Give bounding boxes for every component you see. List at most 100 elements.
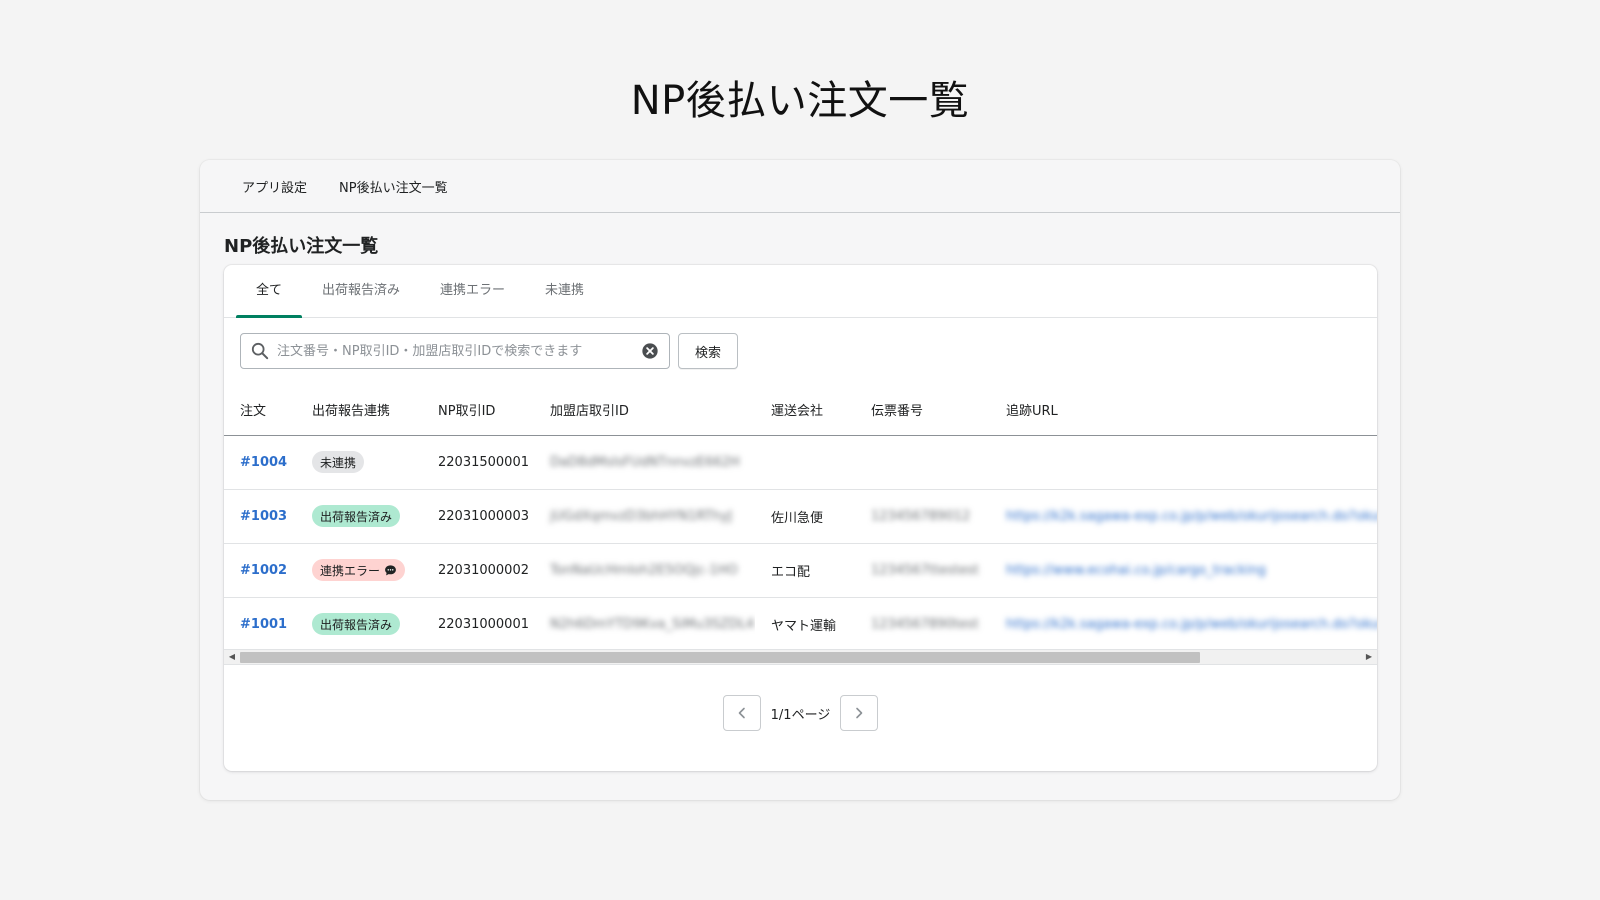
tracking-url-link-cell: https://k2k.sagawa-exp.co.jp/p/web/okuri…: [990, 489, 1377, 544]
table-row[interactable]: #1001 出荷報告済み 22031000001 N2h6DmYTD9Kva_SiMu…: [224, 597, 1377, 651]
merchant-transaction-id-cell: DaD8dMsIsFUdNTnnvzE662H: [534, 435, 755, 490]
np-transaction-id: 22031500001: [438, 454, 529, 470]
np-transaction-id-cell: 22031000001: [422, 597, 534, 651]
search-box: [240, 333, 670, 369]
nav-item-app-settings[interactable]: アプリ設定: [242, 177, 307, 196]
slip-number-cell: [855, 435, 990, 490]
status-badge-label: 連携エラー: [320, 563, 381, 578]
tracking-url-link[interactable]: https://k2k.sagawa-exp.co.jp/p/web/okuri…: [1006, 617, 1377, 632]
tab-all[interactable]: 全て: [236, 265, 303, 318]
comment-icon[interactable]: [384, 564, 397, 577]
nav-item-np-orders[interactable]: NP後払い注文一覧: [339, 177, 448, 196]
status-badge: 出荷報告済み: [312, 613, 401, 636]
order-link-cell: #1001: [224, 597, 296, 651]
merchant-transaction-id: jUGdXqmvzD3bhHYN1RThyJ: [550, 508, 733, 524]
scrollbar-thumb[interactable]: [240, 652, 1200, 663]
carrier-name-cell: [755, 435, 855, 490]
chevron-right-icon: [853, 707, 865, 719]
np-transaction-id: 22031000001: [438, 616, 529, 632]
order-link[interactable]: #1004: [240, 455, 287, 470]
chevron-left-icon: [736, 707, 748, 719]
app-frame: アプリ設定 NP後払い注文一覧 NP後払い注文一覧 全て 出荷報告済み 連携エラ…: [200, 160, 1400, 800]
orders-table-wrap: 注文 出荷報告連携 NP取引ID 加盟店取引ID 運送会社 伝票番号 追跡URL…: [224, 385, 1377, 665]
orders-table: 注文 出荷報告連携 NP取引ID 加盟店取引ID 運送会社 伝票番号 追跡URL…: [224, 385, 1377, 651]
status-badge: 連携エラー: [312, 559, 406, 581]
tracking-url-link-cell: https://k2k.sagawa-exp.co.jp/p/web/okuri…: [990, 597, 1377, 651]
carrier-name-cell: 佐川急便: [755, 489, 855, 544]
page-title: NP後払い注文一覧: [224, 236, 379, 257]
tracking-url-link[interactable]: https://k2k.sagawa-exp.co.jp/p/web/okuri…: [1006, 509, 1377, 524]
scroll-left-arrow-icon[interactable]: ◀: [224, 650, 240, 664]
status-cell: 未連携: [296, 435, 422, 490]
page-indicator: 1/1ページ: [770, 707, 831, 723]
status-badge-label: 未連携: [320, 455, 357, 470]
status-badge: 出荷報告済み: [312, 505, 401, 527]
column-header[interactable]: 注文: [224, 385, 296, 436]
table-row[interactable]: #1002 連携エラー 22031000002 TonNaUcHmIoh2E5OQjc…: [224, 543, 1377, 598]
order-link-cell: #1003: [224, 489, 296, 544]
column-header[interactable]: 伝票番号: [855, 385, 990, 436]
column-header[interactable]: NP取引ID: [422, 385, 534, 436]
np-transaction-id: 22031000003: [438, 508, 529, 524]
orders-card: 全て 出荷報告済み 連携エラー 未連携 検索: [224, 265, 1377, 771]
table-row[interactable]: #1004 未連携 22031500001 DaD8dMsIsFUdNTnnvzE66…: [224, 435, 1377, 490]
horizontal-scrollbar[interactable]: ◀ ▶: [224, 649, 1377, 665]
clear-circle-icon[interactable]: [641, 342, 659, 360]
status-cell: 連携エラー: [296, 543, 422, 598]
order-link[interactable]: #1003: [240, 509, 287, 524]
column-header[interactable]: 加盟店取引ID: [534, 385, 755, 436]
table-header-row: 注文 出荷報告連携 NP取引ID 加盟店取引ID 運送会社 伝票番号 追跡URL: [224, 385, 1377, 436]
status-badge-label: 出荷報告済み: [320, 509, 393, 524]
tracking-url-link-cell: https://www.ecohai.co.jp/cargo_tracking: [990, 543, 1377, 598]
merchant-transaction-id: TonNaUcHmIoh2E5OQjc-1HO: [550, 562, 738, 578]
slip-number-cell: 1234567890test: [855, 597, 990, 651]
column-header[interactable]: 出荷報告連携: [296, 385, 422, 436]
merchant-transaction-id-cell: TonNaUcHmIoh2E5OQjc-1HO: [534, 543, 755, 598]
column-header[interactable]: 追跡URL: [990, 385, 1377, 436]
slip-number: 1234567ttestest: [871, 562, 979, 578]
status-cell: 出荷報告済み: [296, 489, 422, 544]
tracking-url-link[interactable]: https://www.ecohai.co.jp/cargo_tracking: [1006, 563, 1266, 578]
status-badge-label: 出荷報告済み: [320, 617, 393, 632]
hero-title: NP後払い注文一覧: [630, 78, 970, 124]
table-body: #1004 未連携 22031500001 DaD8dMsIsFUdNTnnvzE66…: [224, 435, 1377, 651]
slip-number-cell: 123456789012: [855, 489, 990, 544]
order-link[interactable]: #1002: [240, 563, 287, 578]
slip-number: 123456789012: [871, 508, 971, 524]
status-cell: 出荷報告済み: [296, 597, 422, 651]
search-button[interactable]: 検索: [678, 333, 739, 369]
order-link[interactable]: #1001: [240, 617, 287, 632]
order-link-cell: #1004: [224, 435, 296, 490]
search-row: 検索: [240, 333, 739, 369]
np-transaction-id: 22031000002: [438, 562, 529, 578]
prev-page-button[interactable]: [722, 695, 761, 731]
carrier-name: 佐川急便: [771, 510, 824, 526]
column-header[interactable]: 運送会社: [755, 385, 855, 436]
scroll-right-arrow-icon[interactable]: ▶: [1361, 650, 1377, 664]
carrier-name: エコ配: [771, 564, 811, 580]
tab-unlinked[interactable]: 未連携: [525, 265, 604, 318]
np-transaction-id-cell: 22031500001: [422, 435, 534, 490]
np-transaction-id-cell: 22031000003: [422, 489, 534, 544]
np-transaction-id-cell: 22031000002: [422, 543, 534, 598]
merchant-transaction-id-cell: jUGdXqmvzD3bhHYN1RThyJ: [534, 489, 755, 544]
search-icon: [251, 342, 269, 360]
carrier-name-cell: ヤマト運輸: [755, 597, 855, 651]
table-row[interactable]: #1003 出荷報告済み 22031000003 jUGdXqmvzD3bhHYN1R…: [224, 489, 1377, 544]
status-badge: 未連携: [312, 451, 365, 473]
carrier-name: ヤマト運輸: [771, 618, 837, 634]
pagination: 1/1ページ: [224, 695, 1377, 731]
merchant-transaction-id: DaD8dMsIsFUdNTnnvzE662H: [550, 454, 740, 470]
tracking-url-link-cell: [990, 435, 1377, 490]
tab-error[interactable]: 連携エラー: [420, 265, 525, 318]
order-link-cell: #1002: [224, 543, 296, 598]
carrier-name-cell: エコ配: [755, 543, 855, 598]
tab-shipped[interactable]: 出荷報告済み: [302, 265, 420, 318]
merchant-transaction-id-cell: N2h6DmYTD9Kva_SiMu3SZDL4: [534, 597, 755, 651]
merchant-transaction-id: N2h6DmYTD9Kva_SiMu3SZDL4: [550, 616, 755, 632]
next-page-button[interactable]: [840, 695, 879, 731]
slip-number-cell: 1234567ttestest: [855, 543, 990, 598]
tab-bar: 全て 出荷報告済み 連携エラー 未連携: [224, 265, 1377, 318]
top-nav: アプリ設定 NP後払い注文一覧: [200, 160, 1400, 213]
search-input[interactable]: [277, 343, 641, 359]
